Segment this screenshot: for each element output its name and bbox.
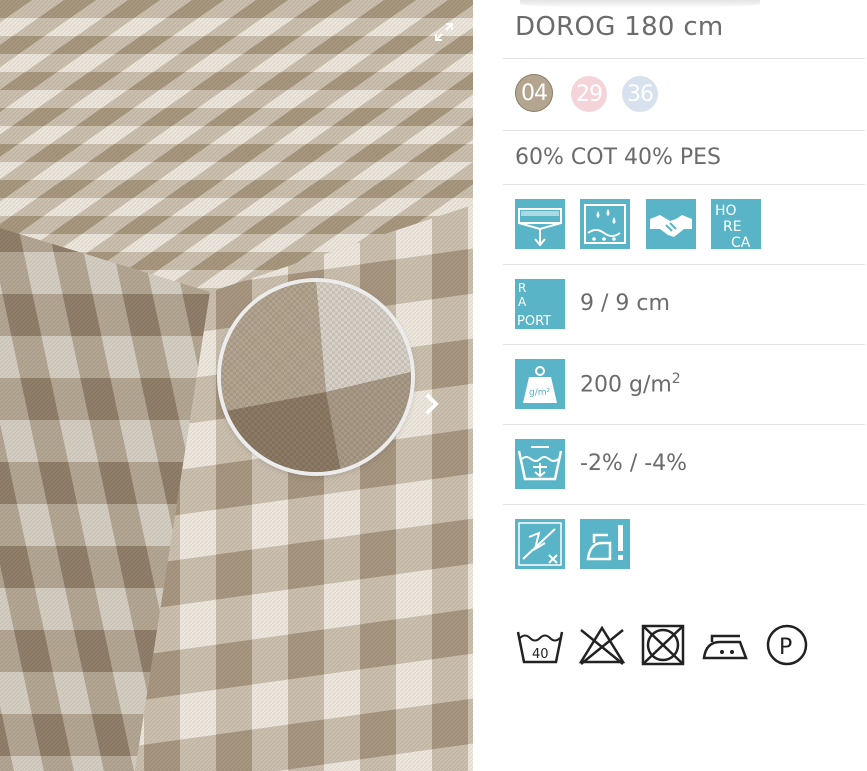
divider xyxy=(503,504,865,505)
divider xyxy=(503,344,865,345)
fabric-composition: 60% COT 40% PES xyxy=(515,145,722,170)
divider xyxy=(503,184,865,185)
raport-letter-r: R xyxy=(518,281,526,295)
panel-top-shadow xyxy=(520,0,760,8)
wash-temp-label: 40 xyxy=(532,647,549,662)
horeca-letters-1: HO xyxy=(715,203,737,219)
divider xyxy=(503,264,865,265)
wash-shrinkage-icon xyxy=(515,439,565,489)
fullscreen-icon[interactable] xyxy=(434,22,454,42)
no-bleach-cross-icon xyxy=(515,519,565,569)
raport-letter-a: A xyxy=(518,295,527,309)
weight-value: 200 g/m2 xyxy=(580,371,681,398)
do-not-bleach-icon xyxy=(577,624,627,666)
wash-40-icon: 40 xyxy=(515,624,565,666)
tablecloth-icon xyxy=(515,199,565,249)
raport-value: 9 / 9 cm xyxy=(580,291,670,316)
next-image-arrow-icon[interactable] xyxy=(422,392,442,416)
product-title: DOROG 180 cm xyxy=(515,12,724,42)
shrinkage-value: -2% / -4% xyxy=(580,451,688,476)
iron-warning-icon xyxy=(580,519,630,569)
divider xyxy=(503,130,865,131)
weight-icon: g/m² xyxy=(515,359,565,409)
horeca-icon: HO RE CA xyxy=(711,199,761,249)
color-swatch-29[interactable]: 29 xyxy=(571,76,607,112)
iron-two-dots-icon xyxy=(700,624,750,666)
water-repellent-icon xyxy=(580,199,630,249)
dry-clean-label: P xyxy=(779,635,792,660)
color-swatch-36[interactable]: 36 xyxy=(622,76,658,112)
raport-letters-port: PORT xyxy=(517,314,551,329)
raport-icon: R A PORT xyxy=(515,279,565,329)
do-not-tumble-dry-icon xyxy=(638,624,688,666)
horeca-letters-2: RE xyxy=(723,219,742,235)
color-swatch-04[interactable]: 04 xyxy=(515,74,553,112)
horeca-letters-3: CA xyxy=(731,235,751,249)
divider xyxy=(503,424,865,425)
dry-clean-p-icon: P xyxy=(762,624,812,666)
weight-icon-label: g/m² xyxy=(529,388,551,398)
fabric-zoom-lens xyxy=(221,282,411,472)
handshake-icon xyxy=(646,199,696,249)
divider xyxy=(503,58,865,59)
